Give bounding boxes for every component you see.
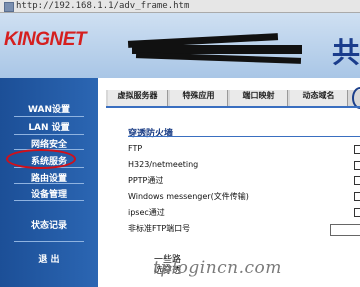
sidebar-item-status-log[interactable]: 状态记录 [0, 218, 98, 231]
tab-special-application[interactable]: 特殊应用 [170, 90, 228, 106]
tab-port-mapping[interactable]: 端口映射 [230, 90, 288, 106]
sidebar-item-device-management[interactable]: 设备管理 [0, 187, 98, 200]
sidebar-divider [14, 116, 84, 117]
checkbox-h323[interactable] [354, 161, 360, 170]
option-label-pptp: PPTP通过 [128, 176, 164, 185]
sidebar-item-lan[interactable]: LAN 设置 [0, 120, 98, 133]
tab-virtual-server[interactable]: 虚拟服务器 [108, 90, 168, 106]
checkbox-ftp[interactable] [354, 145, 360, 154]
option-label-h323: H323/netmeeting [128, 160, 199, 169]
sidebar-item-logout[interactable]: 退 出 [0, 252, 98, 265]
checkbox-ipsec[interactable] [354, 208, 360, 217]
option-label-ftp: FTP [128, 144, 143, 153]
site-watermark: tplogincn.com [153, 258, 282, 278]
main-panel: 虚拟服务器 特殊应用 端口映射 动态域名 穿透防火墙 FTP H323/netm… [98, 78, 360, 287]
section-divider [128, 136, 360, 137]
browser-address-bar[interactable]: http://192.168.1.1/adv_frame.htm [0, 0, 360, 13]
sidebar-divider [14, 134, 84, 135]
sidebar-divider [14, 183, 84, 184]
option-label-ipsec: ipsec通过 [128, 208, 165, 217]
sidebar-item-wan[interactable]: WAN设置 [0, 102, 98, 115]
page-icon [4, 2, 14, 12]
address-url[interactable]: http://192.168.1.1/adv_frame.htm [16, 0, 189, 12]
sidebar-divider [14, 241, 84, 242]
tab-underline [106, 106, 360, 108]
option-label-windows-messenger: Windows messenger(文件传输) [128, 192, 249, 201]
brand-logo: KINGNET [4, 29, 87, 50]
checkbox-pptp[interactable] [354, 176, 360, 185]
section-title: 穿透防火墙 [128, 129, 174, 139]
tab-ddns[interactable]: 动态域名 [290, 90, 348, 106]
highlight-circle [6, 149, 76, 169]
router-banner: KINGNET 共 [0, 13, 360, 78]
sidebar-divider [14, 200, 84, 201]
ftp-port-input[interactable] [330, 224, 360, 236]
checkbox-windows-messenger[interactable] [354, 192, 360, 201]
option-label-nonstandard-ftp-port: 非标准FTP端口号 [128, 224, 191, 233]
banner-glyph: 共 [331, 36, 360, 69]
sidebar: WAN设置 LAN 设置 网络安全 系统服务 路由设置 设备管理 状态记录 退 … [0, 78, 98, 287]
